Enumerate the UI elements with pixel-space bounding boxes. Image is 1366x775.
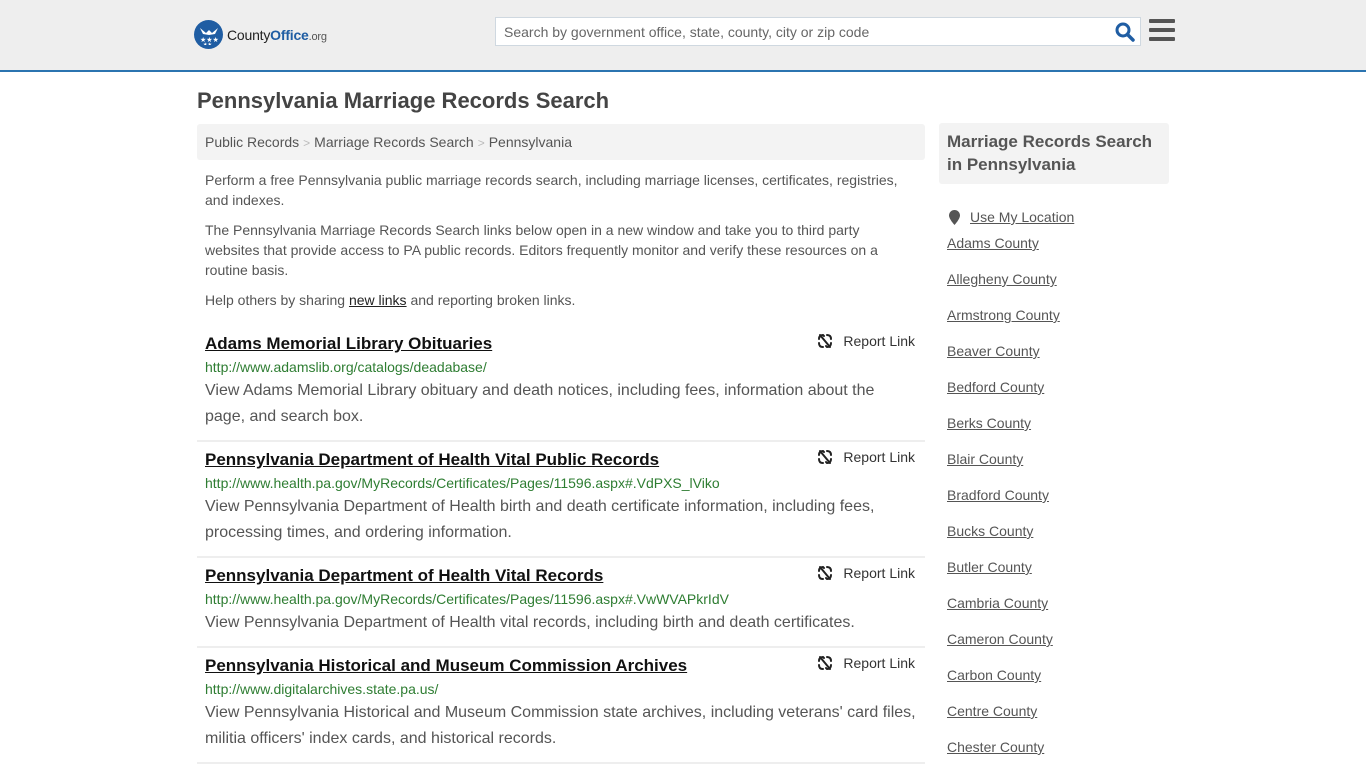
result-item: Pennsylvania Historical and Museum Commi…	[197, 648, 925, 764]
result-description: View Pennsylvania Historical and Museum …	[205, 704, 916, 747]
county-item: Bradford County	[939, 487, 1169, 523]
result-item: Adams Memorial Library Obituaries Report…	[197, 326, 925, 442]
county-link[interactable]: Adams County	[947, 235, 1039, 251]
county-item: Allegheny County	[939, 271, 1169, 307]
county-link[interactable]: Armstrong County	[947, 307, 1060, 323]
county-link[interactable]: Chester County	[947, 739, 1044, 755]
county-link[interactable]: Cameron County	[947, 631, 1053, 647]
county-item: Cameron County	[939, 631, 1169, 667]
county-link[interactable]: Bradford County	[947, 487, 1049, 503]
intro-text: Perform a free Pennsylvania public marri…	[205, 170, 917, 320]
breadcrumb-separator: >	[477, 136, 485, 150]
county-list: Use My Location Adams County Allegheny C…	[939, 199, 1169, 775]
county-link[interactable]: Bucks County	[947, 523, 1033, 539]
county-item: Adams County	[939, 235, 1169, 271]
result-item: Pennsylvania Department of Health Vital …	[197, 442, 925, 558]
county-link[interactable]: Bedford County	[947, 379, 1044, 395]
breadcrumb: Public Records > Marriage Records Search > P…	[197, 124, 925, 160]
map-pin-icon	[949, 209, 960, 225]
search-bar	[495, 17, 1141, 46]
intro-paragraph: Perform a free Pennsylvania public marri…	[205, 172, 898, 208]
new-links-link[interactable]: new links	[349, 292, 407, 308]
broken-link-icon	[818, 565, 833, 581]
result-url: http://www.digitalarchives.state.pa.us/	[205, 681, 439, 697]
result-url: http://www.health.pa.gov/MyRecords/Certi…	[205, 591, 729, 607]
result-title-link[interactable]: Pennsylvania Historical and Museum Commi…	[205, 655, 687, 677]
sidebar-title: Marriage Records Search in Pennsylvania	[939, 123, 1169, 184]
search-icon[interactable]	[1115, 22, 1135, 42]
county-item: Cambria County	[939, 595, 1169, 631]
report-link-button[interactable]: Report Link	[817, 565, 915, 581]
county-link[interactable]: Berks County	[947, 415, 1031, 431]
result-description: View Adams Memorial Library obituary and…	[205, 382, 875, 425]
county-item: Bucks County	[939, 523, 1169, 559]
report-link-label: Report Link	[843, 565, 915, 581]
site-header: ★★★ ★★ CountyOffice.org	[0, 0, 1366, 72]
report-link-button[interactable]: Report Link	[817, 449, 915, 465]
report-link-label: Report Link	[843, 333, 915, 349]
results-list: Adams Memorial Library Obituaries Report…	[197, 326, 925, 764]
county-item: Centre County	[939, 703, 1169, 739]
county-link[interactable]: Carbon County	[947, 667, 1041, 683]
broken-link-icon	[818, 333, 833, 349]
result-description: View Pennsylvania Department of Health v…	[205, 614, 855, 631]
use-my-location-link[interactable]: Use My Location	[970, 209, 1074, 225]
county-link[interactable]: Allegheny County	[947, 271, 1057, 287]
county-item: Armstrong County	[939, 307, 1169, 343]
county-link[interactable]: Blair County	[947, 451, 1023, 467]
breadcrumb-current: Pennsylvania	[488, 134, 572, 150]
county-item: Beaver County	[939, 343, 1169, 379]
breadcrumb-marriage-records-search[interactable]: Marriage Records Search	[314, 134, 474, 150]
result-url: http://www.adamslib.org/catalogs/deadaba…	[205, 359, 487, 375]
eagle-stars-logo-icon: ★★★ ★★	[194, 20, 223, 49]
report-link-label: Report Link	[843, 655, 915, 671]
result-description: View Pennsylvania Department of Health b…	[205, 498, 875, 541]
county-link[interactable]: Cambria County	[947, 595, 1048, 611]
result-title-link[interactable]: Pennsylvania Department of Health Vital …	[205, 565, 603, 587]
breadcrumb-separator: >	[303, 136, 311, 150]
report-link-button[interactable]: Report Link	[817, 655, 915, 671]
county-item: Berks County	[939, 415, 1169, 451]
broken-link-icon	[818, 655, 833, 671]
intro-paragraph: The Pennsylvania Marriage Records Search…	[205, 222, 878, 278]
county-link[interactable]: Centre County	[947, 703, 1037, 719]
hamburger-menu-icon[interactable]	[1149, 19, 1175, 43]
use-my-location-item: Use My Location	[939, 199, 1169, 235]
breadcrumb-public-records[interactable]: Public Records	[205, 134, 299, 150]
svg-text:★★: ★★	[203, 42, 212, 45]
report-link-button[interactable]: Report Link	[817, 333, 915, 349]
county-item: Carbon County	[939, 667, 1169, 703]
county-item: Blair County	[939, 451, 1169, 487]
page-title: Pennsylvania Marriage Records Search	[197, 88, 610, 113]
result-url: http://www.health.pa.gov/MyRecords/Certi…	[205, 475, 720, 491]
county-item: Bedford County	[939, 379, 1169, 415]
county-link[interactable]: Beaver County	[947, 343, 1040, 359]
county-link[interactable]: Butler County	[947, 559, 1032, 575]
report-link-label: Report Link	[843, 449, 915, 465]
intro-paragraph: Help others by sharing new links and rep…	[205, 292, 576, 308]
broken-link-icon	[818, 449, 833, 465]
county-item: Chester County	[939, 739, 1169, 775]
site-logo[interactable]: ★★★ ★★ CountyOffice.org	[194, 20, 327, 49]
result-item: Pennsylvania Department of Health Vital …	[197, 558, 925, 648]
logo-text: CountyOffice.org	[227, 26, 327, 43]
search-input[interactable]	[496, 18, 1096, 45]
county-item: Butler County	[939, 559, 1169, 595]
sidebar: Marriage Records Search in Pennsylvania …	[939, 123, 1169, 775]
result-title-link[interactable]: Pennsylvania Department of Health Vital …	[205, 449, 659, 471]
result-title-link[interactable]: Adams Memorial Library Obituaries	[205, 333, 492, 355]
